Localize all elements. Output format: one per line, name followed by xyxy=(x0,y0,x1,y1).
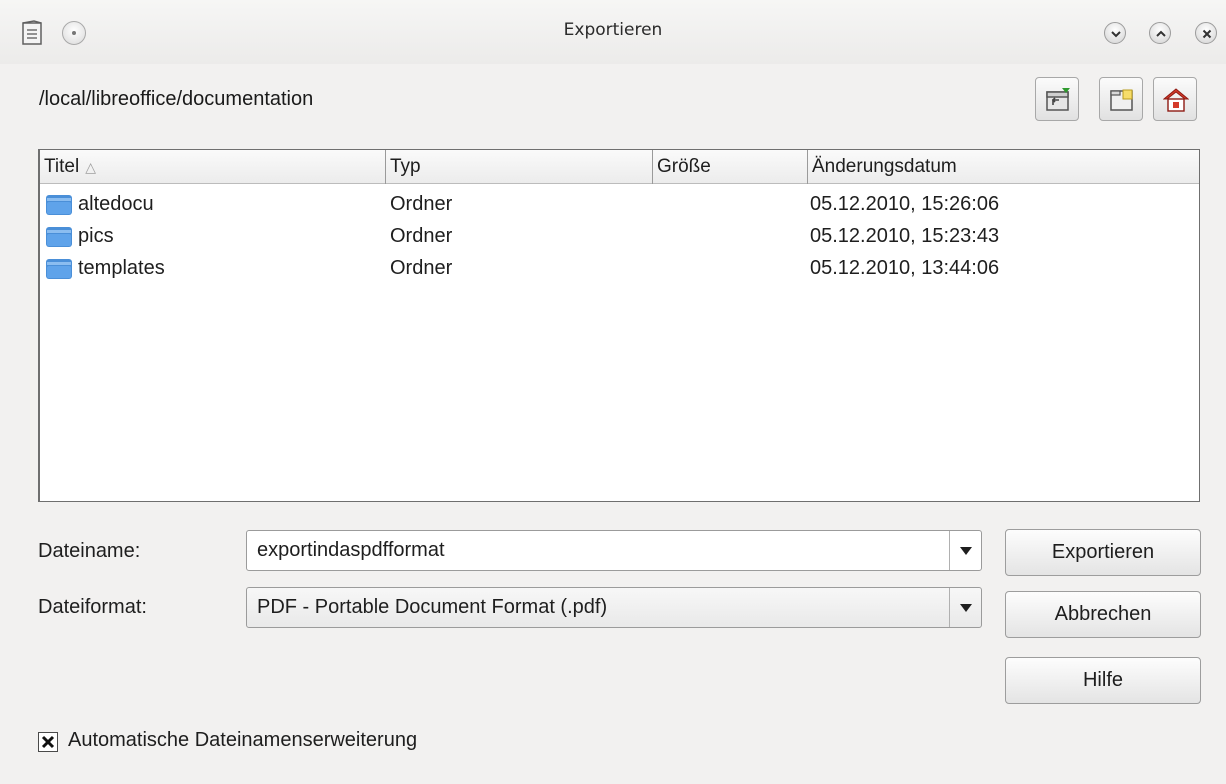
cancel-button[interactable]: Abbrechen xyxy=(1005,591,1201,638)
folder-icon xyxy=(46,259,72,279)
table-row[interactable]: pics Ordner 05.12.2010, 15:23:43 xyxy=(40,220,1199,252)
close-icon xyxy=(1202,29,1212,39)
folder-up-icon xyxy=(1046,88,1070,111)
file-date: 05.12.2010, 15:23:43 xyxy=(810,225,1000,247)
filename-dropdown-arrow[interactable] xyxy=(949,531,981,570)
new-folder-icon xyxy=(1110,89,1133,111)
file-name: altedocu xyxy=(78,193,154,215)
help-button[interactable]: Hilfe xyxy=(1005,657,1201,704)
home-icon xyxy=(1163,88,1189,112)
title-bar: Exportieren xyxy=(0,0,1226,64)
file-name: pics xyxy=(78,225,114,247)
column-header-size[interactable]: Größe xyxy=(653,150,808,184)
new-folder-button[interactable] xyxy=(1099,77,1143,121)
home-button[interactable] xyxy=(1153,77,1197,121)
format-select[interactable]: PDF - Portable Document Format (.pdf) xyxy=(246,587,982,628)
file-type: Ordner xyxy=(390,193,453,215)
file-date: 05.12.2010, 13:44:06 xyxy=(810,257,1000,279)
file-type: Ordner xyxy=(390,225,453,247)
chevron-up-icon xyxy=(1156,30,1166,37)
filename-label: Dateiname: xyxy=(38,540,141,562)
close-button[interactable] xyxy=(1195,22,1217,44)
folder-icon xyxy=(46,227,72,247)
column-header-date[interactable]: Änderungsdatum xyxy=(808,150,1200,184)
format-dropdown-arrow[interactable] xyxy=(949,588,981,627)
chevron-down-icon xyxy=(1111,31,1121,38)
table-row[interactable]: templates Ordner 05.12.2010, 13:44:06 xyxy=(40,252,1199,284)
export-button[interactable]: Exportieren xyxy=(1005,529,1201,576)
filename-input[interactable]: exportindaspdfformat xyxy=(246,530,982,571)
folder-icon xyxy=(46,195,72,215)
column-header-title[interactable]: Titel △ xyxy=(40,150,386,184)
folder-up-button[interactable] xyxy=(1035,77,1079,121)
checkmark-icon xyxy=(41,735,55,749)
window-title: Exportieren xyxy=(563,20,663,40)
current-path: /local/libreoffice/documentation xyxy=(39,88,314,110)
format-value: PDF - Portable Document Format (.pdf) xyxy=(257,596,608,618)
format-label: Dateiformat: xyxy=(38,596,147,618)
file-list[interactable]: Titel △ Typ Größe Änderungsdatum altedocu… xyxy=(38,149,1200,502)
column-header-type[interactable]: Typ xyxy=(386,150,653,184)
auto-extension-label[interactable]: Automatische Dateinamenserweiterung xyxy=(68,729,417,752)
filename-value: exportindaspdfformat xyxy=(257,539,445,561)
file-name: templates xyxy=(78,257,165,279)
table-row[interactable]: altedocu Ordner 05.12.2010, 15:26:06 xyxy=(40,188,1199,220)
file-list-header: Titel △ Typ Größe Änderungsdatum xyxy=(40,150,1199,184)
minimize-button[interactable] xyxy=(1104,22,1126,44)
file-date: 05.12.2010, 15:26:06 xyxy=(810,193,1000,215)
maximize-button[interactable] xyxy=(1149,22,1171,44)
auto-extension-checkbox[interactable] xyxy=(38,732,58,752)
file-type: Ordner xyxy=(390,257,453,279)
sort-ascending-icon: △ xyxy=(85,159,96,175)
